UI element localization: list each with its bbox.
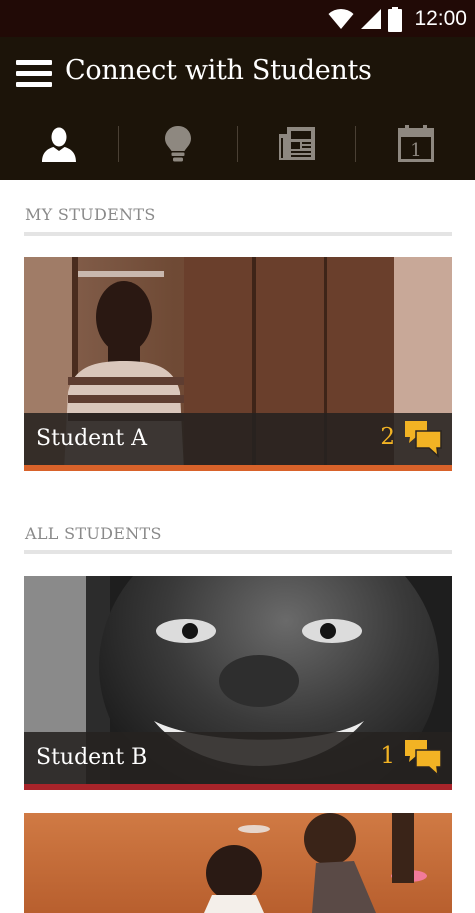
section-divider — [24, 232, 452, 236]
student-card[interactable] — [24, 813, 452, 913]
student-name: Student A — [36, 426, 148, 451]
lightbulb-icon — [165, 126, 192, 162]
student-name: Student B — [36, 745, 148, 770]
student-card[interactable]: Student B 1 — [24, 576, 452, 790]
app-title: Connect with Students — [65, 55, 372, 86]
message-count: 1 — [380, 743, 395, 769]
wifi-icon — [328, 8, 354, 29]
menu-icon[interactable] — [16, 60, 52, 88]
student-card[interactable]: Student A 2 — [24, 257, 452, 471]
tab-news[interactable] — [238, 108, 357, 180]
tab-divider — [355, 126, 356, 162]
tab-calendar[interactable]: 1 — [356, 108, 475, 180]
status-time: 12:00 — [414, 7, 467, 30]
card-accent-bar — [24, 784, 452, 790]
battery-icon — [388, 6, 403, 32]
cell-signal-icon — [361, 9, 382, 29]
tab-divider — [118, 126, 119, 162]
section-divider — [24, 550, 452, 554]
chat-bubbles-icon[interactable] — [404, 420, 442, 458]
tab-profile[interactable] — [0, 108, 119, 180]
tab-ideas[interactable] — [119, 108, 238, 180]
student-caption: Student B 1 — [24, 732, 452, 784]
calendar-day: 1 — [410, 140, 421, 161]
status-bar: 12:00 — [0, 0, 475, 37]
student-photo — [24, 813, 452, 913]
message-count: 2 — [380, 424, 395, 450]
section-header-my-students: MY STUDENTS — [25, 205, 156, 224]
person-icon — [42, 127, 77, 162]
chat-bubbles-icon[interactable] — [404, 739, 442, 777]
newspaper-icon — [278, 127, 315, 160]
status-icons: 12:00 — [328, 5, 467, 33]
calendar-icon: 1 — [397, 125, 434, 162]
section-header-all-students: ALL STUDENTS — [25, 524, 162, 543]
student-caption: Student A 2 — [24, 413, 452, 465]
tab-divider — [237, 126, 238, 162]
card-accent-bar — [24, 465, 452, 471]
